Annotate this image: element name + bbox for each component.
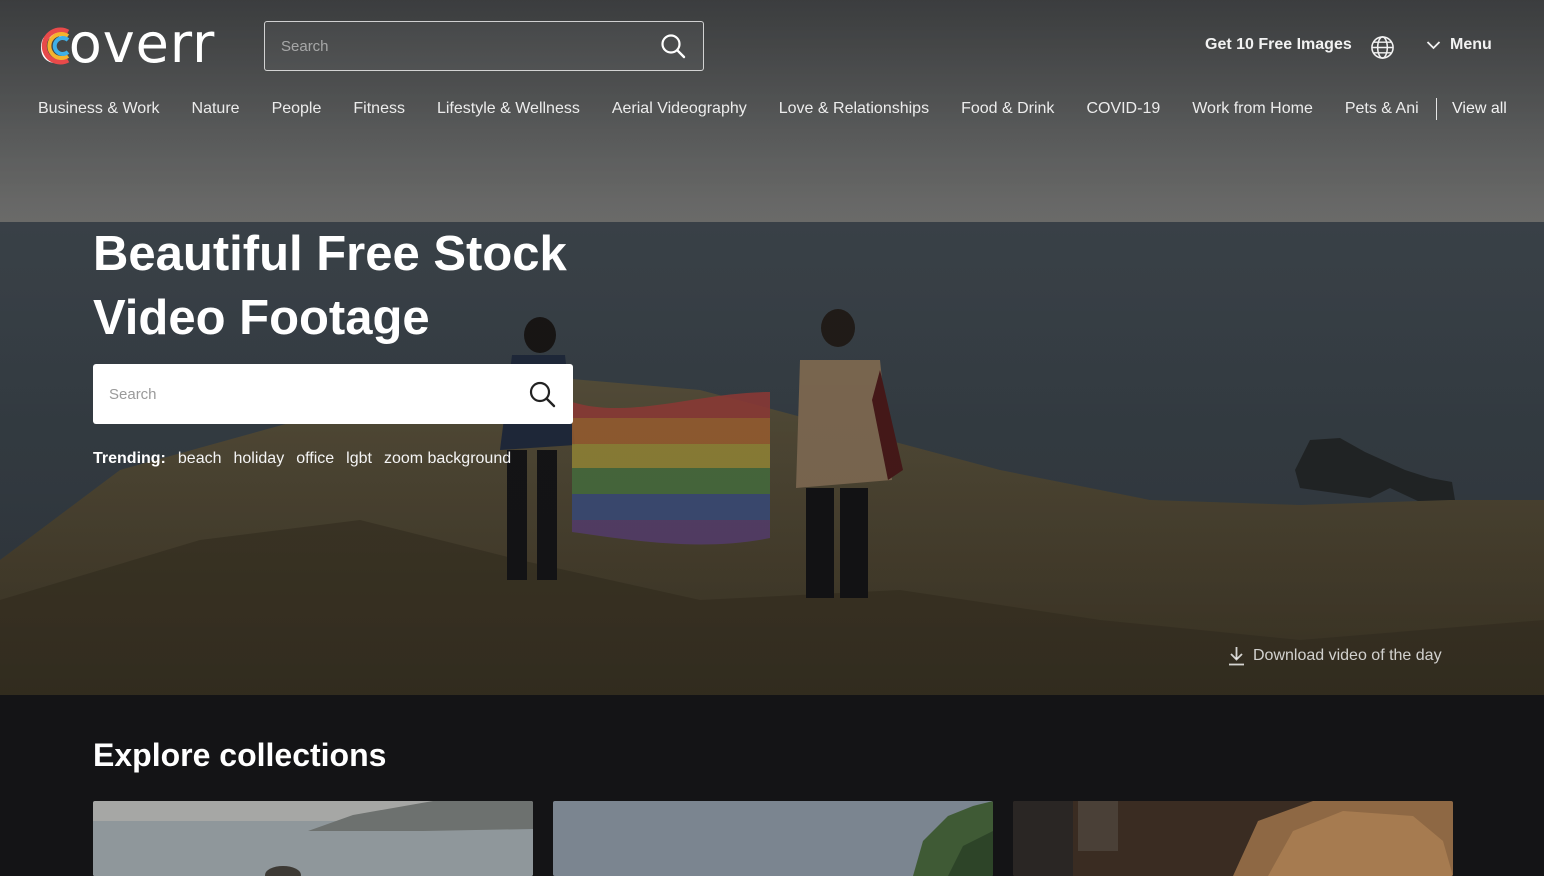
- download-video-of-the-day-link[interactable]: Download video of the day: [1228, 646, 1442, 666]
- collections-heading: Explore collections: [93, 737, 387, 773]
- menu-label: Menu: [1450, 36, 1492, 53]
- collection-thumbnail: [553, 801, 993, 876]
- hero-search-box[interactable]: [93, 364, 573, 424]
- hero-title-line-2: Video Footage: [93, 291, 430, 345]
- trending-tag-lgbt[interactable]: lgbt: [346, 450, 372, 468]
- download-icon: [1229, 647, 1244, 666]
- trending-tag-holiday[interactable]: holiday: [233, 450, 284, 468]
- hero-title: Beautiful Free Stock Video Footage: [93, 222, 613, 350]
- category-fitness[interactable]: Fitness: [353, 100, 405, 118]
- search-icon[interactable]: [527, 379, 557, 409]
- collection-card[interactable]: [1013, 801, 1453, 876]
- trending-tags: Trending: beach holiday office lgbt zoom…: [93, 450, 523, 468]
- nav-divider: [1436, 98, 1437, 120]
- category-nav: Business & Work Nature People Fitness Li…: [38, 97, 1508, 121]
- chevron-down-icon: [1426, 41, 1441, 50]
- category-nature[interactable]: Nature: [192, 100, 240, 118]
- category-love-relationships[interactable]: Love & Relationships: [779, 100, 929, 118]
- collection-thumbnail: [93, 801, 533, 876]
- category-pets-animals[interactable]: Pets & Ani: [1345, 100, 1419, 118]
- hero-search-input[interactable]: [109, 385, 527, 403]
- collection-card[interactable]: [553, 801, 993, 876]
- trending-label: Trending:: [93, 450, 166, 467]
- category-lifestyle-wellness[interactable]: Lifestyle & Wellness: [437, 100, 580, 118]
- get-free-images-link[interactable]: Get 10 Free Images: [1205, 36, 1352, 54]
- category-aerial-videography[interactable]: Aerial Videography: [612, 100, 747, 118]
- globe-icon[interactable]: [1370, 35, 1395, 60]
- category-work-from-home[interactable]: Work from Home: [1192, 100, 1313, 118]
- category-covid-19[interactable]: COVID-19: [1086, 100, 1160, 118]
- view-all-link[interactable]: View all: [1452, 100, 1507, 118]
- category-list: Business & Work Nature People Fitness Li…: [38, 100, 1419, 118]
- trending-tag-beach[interactable]: beach: [178, 450, 222, 468]
- coverr-logo[interactable]: coverr: [38, 17, 215, 71]
- trending-tag-zoom-background[interactable]: zoom background: [384, 450, 511, 468]
- category-business-work[interactable]: Business & Work: [38, 100, 160, 118]
- header-search-input[interactable]: [281, 37, 659, 55]
- search-icon[interactable]: [659, 32, 687, 60]
- trending-tag-office[interactable]: office: [296, 450, 334, 468]
- menu-button[interactable]: Menu: [1426, 36, 1492, 54]
- logo-rainbow-icon: [41, 27, 70, 65]
- header-search-box[interactable]: [264, 21, 704, 71]
- hero-title-line-1: Beautiful Free Stock: [93, 227, 567, 281]
- category-people[interactable]: People: [272, 100, 322, 118]
- category-food-drink[interactable]: Food & Drink: [961, 100, 1054, 118]
- download-video-label: Download video of the day: [1253, 647, 1442, 664]
- collection-thumbnail: [1013, 801, 1453, 876]
- collection-card[interactable]: [93, 801, 533, 876]
